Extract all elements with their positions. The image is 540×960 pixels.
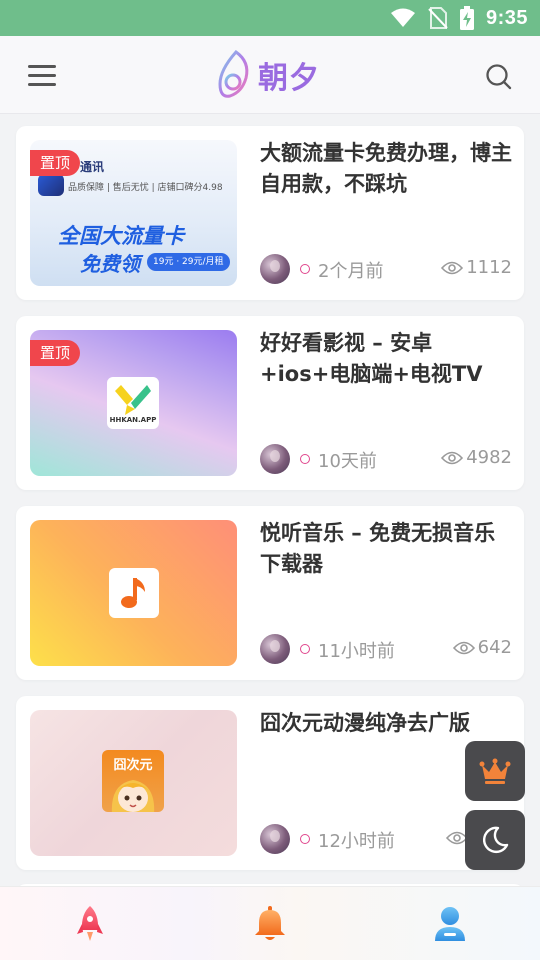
post-meta: 2个月前 1112 <box>260 254 512 284</box>
pinned-badge: 置顶 <box>30 150 81 176</box>
bottom-tab-bar <box>0 886 540 960</box>
post-thumbnail[interactable]: 置顶 夕通讯 品质保障 | 售后无忧 | 店铺口碑分4.98 全国大流量卡 免费… <box>30 140 237 286</box>
view-count: 642 <box>452 637 512 658</box>
status-bar: 9:35 <box>0 0 540 36</box>
view-count-value: 642 <box>477 637 512 658</box>
moon-icon <box>483 826 509 854</box>
app-logo[interactable]: 朝夕 <box>216 48 328 102</box>
post-card[interactable]: 悦听音乐 – 免费无损音乐下载器 11小时前 642 <box>16 506 524 680</box>
play-logo-icon <box>115 385 151 415</box>
status-dot <box>300 264 310 274</box>
view-count: 1112 <box>441 257 512 278</box>
post-title[interactable]: 好好看影视 – 安卓+ios+电脑端+电视TV四… <box>260 328 512 392</box>
vip-button[interactable] <box>465 741 525 801</box>
anime-character-icon <box>111 780 155 812</box>
battery-charging-icon <box>459 6 474 30</box>
search-icon[interactable] <box>484 62 514 92</box>
rocket-icon <box>77 906 103 941</box>
post-thumbnail[interactable] <box>30 520 237 666</box>
avatar[interactable] <box>260 634 290 664</box>
app-icon <box>109 568 159 618</box>
logo-text: 朝夕 <box>258 61 320 96</box>
tab-profile[interactable] <box>428 903 472 945</box>
status-dot <box>300 834 310 844</box>
app-header: 朝夕 <box>0 36 540 114</box>
tab-discover[interactable] <box>68 903 112 945</box>
user-icon <box>435 907 465 941</box>
avatar[interactable] <box>260 444 290 474</box>
status-dot <box>300 644 310 654</box>
view-count-value: 4982 <box>466 447 512 468</box>
post-thumbnail[interactable]: 囧次元 <box>30 710 237 856</box>
brand-logo <box>38 174 64 196</box>
price-tag: 19元 · 29元/月租 <box>147 253 230 271</box>
app-icon: HHKAN.APP <box>107 377 159 429</box>
post-time: 2个月前 <box>318 261 384 282</box>
logo-icon <box>218 49 249 98</box>
view-count: 4982 <box>441 447 512 468</box>
crown-icon <box>479 758 511 784</box>
view-count-value: 1112 <box>466 257 512 278</box>
bell-icon <box>255 906 285 940</box>
eye-icon <box>441 451 464 464</box>
promo-subheadline: 免费领 <box>80 252 140 276</box>
pinned-badge: 置顶 <box>30 340 81 366</box>
post-title[interactable]: 囧次元动漫纯净去广版 <box>260 708 512 739</box>
music-note-icon <box>121 578 145 608</box>
avatar[interactable] <box>260 824 290 854</box>
clock: 9:35 <box>485 6 528 29</box>
eye-icon <box>452 641 475 654</box>
app-icon: 囧次元 <box>102 750 164 812</box>
avatar[interactable] <box>260 254 290 284</box>
tab-notifications[interactable] <box>248 903 292 945</box>
post-thumbnail[interactable]: 置顶 HHKAN.APP <box>30 330 237 476</box>
dark-mode-toggle[interactable] <box>465 810 525 870</box>
menu-icon[interactable] <box>28 63 58 87</box>
post-time: 10天前 <box>318 451 377 472</box>
brand-tagline: 品质保障 | 售后无忧 | 店铺口碑分4.98 <box>68 183 223 193</box>
app-label: HHKAN.APP <box>109 416 157 424</box>
eye-icon <box>441 261 464 274</box>
wifi-icon <box>390 8 415 27</box>
post-card[interactable]: 置顶 HHKAN.APP 好好看影视 – 安卓+ios+电脑端+电视TV四… 1… <box>16 316 524 490</box>
post-time: 11小时前 <box>318 641 395 662</box>
status-dot <box>300 454 310 464</box>
no-sim-icon <box>428 7 448 29</box>
post-card[interactable]: 置顶 夕通讯 品质保障 | 售后无忧 | 店铺口碑分4.98 全国大流量卡 免费… <box>16 126 524 300</box>
promo-headline: 全国大流量卡 <box>58 224 184 248</box>
post-time: 12小时前 <box>318 831 395 852</box>
post-title[interactable]: 悦听音乐 – 免费无损音乐下载器 <box>260 518 512 580</box>
post-title[interactable]: 大额流量卡免费办理，博主自用款，不踩坑 <box>260 138 512 200</box>
post-meta: 11小时前 642 <box>260 634 512 664</box>
post-card[interactable]: 囧次元 囧次元动漫纯净去广版 12小时前 49 <box>16 696 524 870</box>
post-meta: 10天前 4982 <box>260 444 512 474</box>
